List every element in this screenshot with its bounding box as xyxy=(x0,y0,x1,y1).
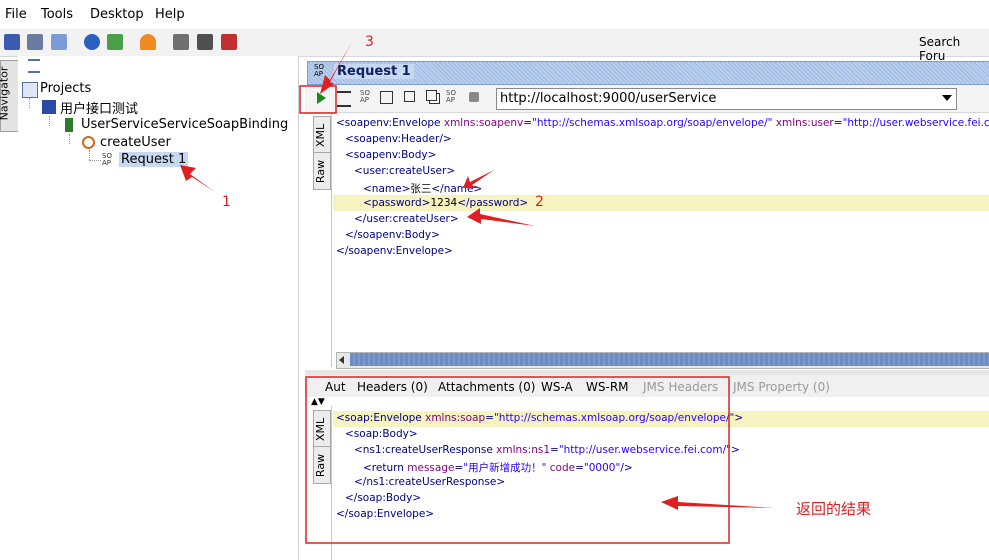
annotation-number-2: 2 xyxy=(535,194,544,210)
annotation-number-3: 3 xyxy=(365,34,374,50)
annotation-arrow-2b xyxy=(467,208,535,226)
annotation-arrow-result xyxy=(661,496,775,510)
annotation-response-box xyxy=(305,376,730,544)
annotation-run-box xyxy=(299,85,337,114)
annotation-result-label: 返回的结果 xyxy=(796,500,872,518)
annotation-overlay xyxy=(180,42,775,544)
annotation-arrow-2a xyxy=(463,170,494,188)
annotation-arrow-1 xyxy=(180,165,215,192)
annotation-number-1: 1 xyxy=(222,194,231,210)
